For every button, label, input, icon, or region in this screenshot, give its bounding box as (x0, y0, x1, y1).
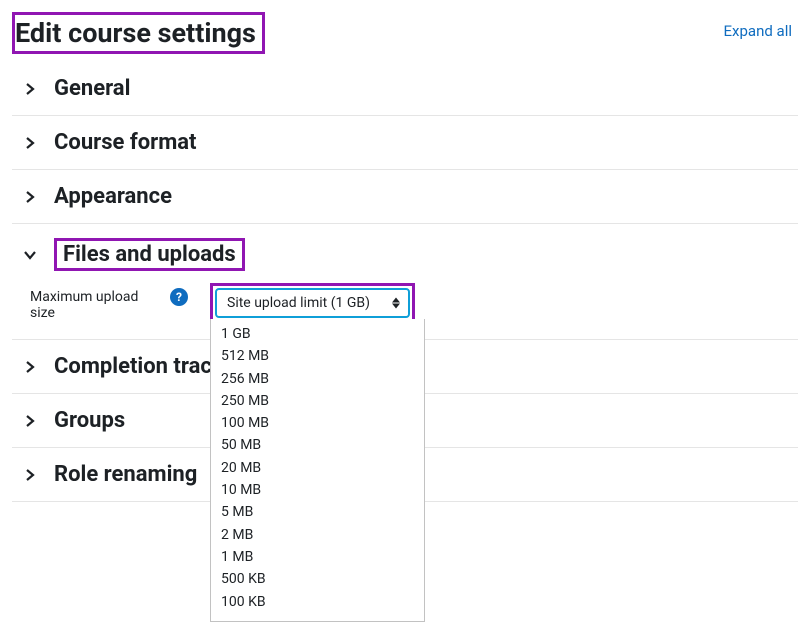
chevron-right-icon (18, 463, 42, 487)
chevron-down-icon (18, 243, 42, 267)
dropdown-option[interactable]: 500 KB (211, 568, 424, 590)
max-upload-size-select[interactable]: Site upload limit (1 GB) (215, 288, 410, 318)
chevron-right-icon (18, 77, 42, 101)
section-header-appearance[interactable]: Appearance (12, 184, 798, 209)
max-upload-size-value: Site upload limit (1 GB) (227, 295, 370, 311)
dropdown-option[interactable]: 512 MB (211, 345, 424, 367)
dropdown-option[interactable]: 2 MB (211, 524, 424, 546)
max-upload-size-label: Maximum upload size (30, 283, 160, 321)
section-title-appearance: Appearance (54, 184, 172, 209)
dropdown-option[interactable]: 50 MB (211, 434, 424, 456)
select-arrows-icon (392, 298, 400, 309)
chevron-right-icon (18, 131, 42, 155)
chevron-right-icon (18, 355, 42, 379)
dropdown-option[interactable]: 256 MB (211, 368, 424, 390)
expand-all-link[interactable]: Expand all (724, 22, 792, 40)
section-title-role-renaming: Role renaming (54, 462, 197, 487)
dropdown-option[interactable]: 1 GB (211, 323, 424, 345)
section-header-course-format[interactable]: Course format (12, 130, 798, 155)
dropdown-option[interactable]: 100 KB (211, 591, 424, 613)
dropdown-option[interactable]: 100 MB (211, 412, 424, 434)
section-title-general: General (54, 76, 130, 101)
section-header-general[interactable]: General (12, 76, 798, 101)
dropdown-option[interactable]: 10 MB (211, 479, 424, 501)
dropdown-option[interactable]: 20 MB (211, 457, 424, 479)
max-upload-size-dropdown[interactable]: 1 GB 512 MB 256 MB 250 MB 100 MB 50 MB 2… (210, 319, 425, 622)
section-title-groups: Groups (54, 408, 125, 433)
section-title-course-format: Course format (54, 130, 196, 155)
section-general: General (12, 62, 798, 116)
chevron-right-icon (18, 409, 42, 433)
section-course-format: Course format (12, 116, 798, 170)
help-icon[interactable]: ? (170, 288, 188, 306)
page-title: Edit course settings (12, 12, 265, 54)
section-header-files-uploads[interactable]: Files and uploads (12, 238, 798, 271)
chevron-right-icon (18, 185, 42, 209)
section-files-uploads: Files and uploads Maximum upload size ? … (12, 224, 798, 339)
dropdown-option[interactable]: 1 MB (211, 546, 424, 568)
section-body-files-uploads: Maximum upload size ? Site upload limit … (12, 271, 798, 325)
section-title-files-uploads: Files and uploads (54, 238, 245, 271)
max-upload-size-select-highlight: Site upload limit (1 GB) (210, 283, 415, 323)
max-upload-size-select-wrapper: Site upload limit (1 GB) 1 GB 512 MB 256… (210, 283, 415, 323)
dropdown-option[interactable]: 250 MB (211, 390, 424, 412)
section-appearance: Appearance (12, 170, 798, 224)
dropdown-option[interactable]: 5 MB (211, 501, 424, 523)
